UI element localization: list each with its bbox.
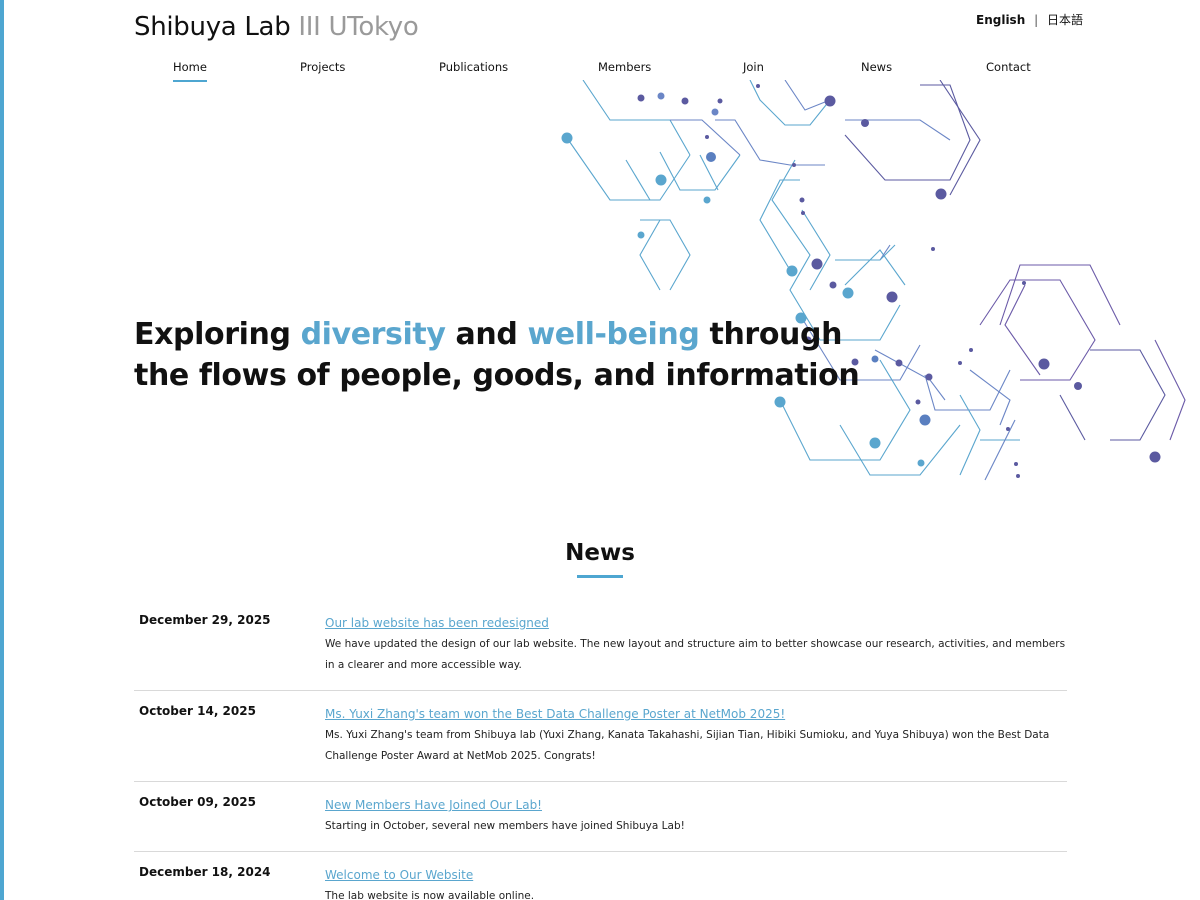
- news-heading-underline: [577, 575, 623, 578]
- news-item: October 14, 2025 Ms. Yuxi Zhang's team w…: [134, 691, 1067, 782]
- language-switcher: English | 日本語: [976, 11, 1083, 28]
- language-english-link[interactable]: English: [976, 13, 1025, 27]
- news-title-link[interactable]: Our lab website has been redesigned: [325, 616, 549, 630]
- news-date: October 14, 2025: [139, 704, 256, 718]
- nav-projects[interactable]: Projects: [300, 60, 345, 74]
- news-description: We have updated the design of our lab we…: [325, 638, 1066, 671]
- nav-contact[interactable]: Contact: [986, 60, 1031, 74]
- left-accent-bar: [0, 0, 4, 900]
- nav-join[interactable]: Join: [743, 60, 764, 74]
- news-item: December 18, 2024 Welcome to Our Website…: [134, 852, 1067, 900]
- nav-publications[interactable]: Publications: [439, 60, 508, 74]
- news-item: October 09, 2025 New Members Have Joined…: [134, 782, 1067, 852]
- hero-keyword-well-being: well-being: [527, 317, 700, 352]
- hero-title: Exploring diversity and well-being throu…: [134, 314, 860, 396]
- brand-affiliation: III UTokyo: [298, 12, 419, 42]
- hero-keyword-diversity: diversity: [300, 317, 446, 352]
- news-title-link[interactable]: Welcome to Our Website: [325, 868, 473, 882]
- brand-name: Shibuya Lab: [134, 12, 291, 42]
- hero-title-part: Exploring: [134, 317, 301, 352]
- news-title-link[interactable]: New Members Have Joined Our Lab!: [325, 798, 542, 812]
- nav-home[interactable]: Home: [173, 60, 207, 82]
- news-item: December 29, 2025 Our lab website has be…: [134, 600, 1067, 691]
- nav-members[interactable]: Members: [598, 60, 651, 74]
- news-date: December 29, 2025: [139, 613, 271, 627]
- news-description: Starting in October, several new members…: [325, 820, 685, 832]
- language-japanese-link[interactable]: 日本語: [1047, 13, 1083, 27]
- news-list: December 29, 2025 Our lab website has be…: [134, 600, 1067, 900]
- hero-title-part: and: [445, 317, 528, 352]
- hero-title-part: through: [699, 317, 843, 352]
- news-description: Ms. Yuxi Zhang's team from Shibuya lab (…: [325, 729, 1050, 762]
- nav-news[interactable]: News: [861, 60, 892, 74]
- hero-network-illustration: [561, 80, 1186, 481]
- news-section-heading: News: [565, 540, 635, 566]
- hero-title-line2: the flows of people, goods, and informat…: [134, 358, 860, 393]
- news-date: October 09, 2025: [139, 795, 256, 809]
- news-date: December 18, 2024: [139, 865, 271, 879]
- news-title-link[interactable]: Ms. Yuxi Zhang's team won the Best Data …: [325, 707, 785, 721]
- site-logo[interactable]: Shibuya Lab III UTokyo: [134, 12, 419, 42]
- news-description: The lab website is now available online.: [325, 890, 535, 900]
- language-separator: |: [1034, 13, 1039, 27]
